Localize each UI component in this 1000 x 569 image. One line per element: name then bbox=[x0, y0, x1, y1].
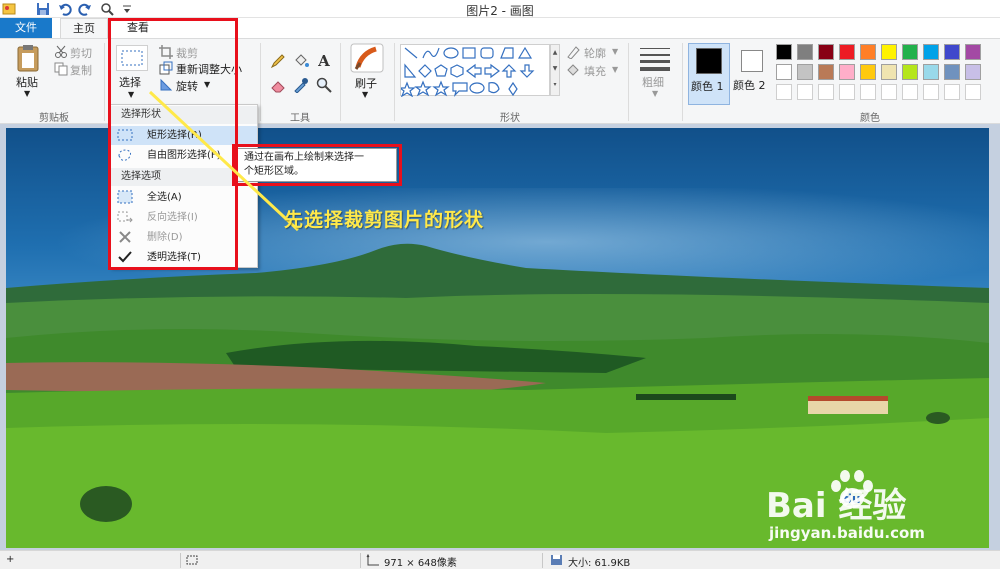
file-size-icon bbox=[550, 554, 564, 569]
palette-swatch[interactable] bbox=[860, 64, 876, 80]
size-button[interactable]: 粗细 bbox=[642, 74, 664, 90]
palette-swatch[interactable] bbox=[797, 64, 813, 80]
custom-color-slot[interactable] bbox=[881, 84, 897, 100]
pencil-icon[interactable] bbox=[270, 53, 286, 69]
palette-swatch[interactable] bbox=[902, 64, 918, 80]
separator bbox=[394, 43, 395, 121]
paste-icon[interactable] bbox=[14, 44, 42, 72]
copy-button[interactable]: 复制 bbox=[70, 62, 92, 78]
title-bar: 图片2 - 画图 bbox=[0, 0, 1000, 18]
palette-swatch[interactable] bbox=[965, 64, 981, 80]
shapes-gallery[interactable] bbox=[398, 44, 550, 98]
brushes-dropdown-icon[interactable]: ▼ bbox=[362, 90, 368, 99]
color-picker-icon[interactable] bbox=[293, 77, 309, 93]
separator bbox=[180, 553, 181, 568]
palette-swatch[interactable] bbox=[818, 64, 834, 80]
palette-swatch[interactable] bbox=[923, 44, 939, 60]
custom-color-slot[interactable] bbox=[818, 84, 834, 100]
separator bbox=[260, 43, 261, 121]
color1-swatch bbox=[696, 48, 722, 74]
eraser-icon[interactable] bbox=[270, 77, 286, 93]
palette-swatch[interactable] bbox=[797, 44, 813, 60]
text-tool-icon[interactable]: A bbox=[316, 52, 332, 70]
copy-icon bbox=[54, 62, 68, 76]
separator bbox=[104, 43, 105, 121]
scissors-icon bbox=[54, 45, 68, 59]
tab-file[interactable]: 文件 bbox=[0, 18, 52, 38]
selection-size-icon bbox=[186, 554, 200, 569]
separator bbox=[682, 43, 683, 121]
palette-swatch[interactable] bbox=[818, 44, 834, 60]
palette-swatch[interactable] bbox=[881, 64, 897, 80]
separator bbox=[628, 43, 629, 121]
outline-icon bbox=[566, 45, 580, 59]
custom-color-slot[interactable] bbox=[902, 84, 918, 100]
file-size: 大小: 61.9KB bbox=[568, 558, 631, 569]
cut-button[interactable]: 剪切 bbox=[70, 45, 92, 61]
custom-color-slot[interactable] bbox=[860, 84, 876, 100]
fill-button[interactable]: 填充 bbox=[584, 63, 606, 79]
color2-selector[interactable]: 颜色 2 bbox=[732, 43, 772, 105]
shapes-group-label: 形状 bbox=[500, 113, 520, 124]
shapes-scroll[interactable]: ▲ ▼ ▾ bbox=[550, 44, 560, 96]
fill-dropdown-icon[interactable]: ▼ bbox=[612, 65, 618, 74]
watermark-url: jingyan.baidu.com bbox=[769, 524, 925, 542]
color2-swatch bbox=[741, 50, 763, 72]
paste-button[interactable]: 粘贴 bbox=[16, 74, 38, 90]
annotation-frame-select bbox=[108, 18, 238, 270]
custom-color-slot[interactable] bbox=[923, 84, 939, 100]
colors-group-label: 颜色 bbox=[860, 113, 880, 124]
palette-swatch[interactable] bbox=[923, 64, 939, 80]
fill-bucket-icon[interactable] bbox=[293, 53, 309, 69]
custom-color-slot[interactable] bbox=[797, 84, 813, 100]
custom-color-slot[interactable] bbox=[839, 84, 855, 100]
palette-swatch[interactable] bbox=[860, 44, 876, 60]
outline-dropdown-icon[interactable]: ▼ bbox=[612, 47, 618, 56]
color2-label: 颜色 2 bbox=[733, 79, 766, 92]
paste-dropdown-icon[interactable]: ▼ bbox=[24, 89, 30, 98]
separator bbox=[360, 553, 361, 568]
palette-swatch[interactable] bbox=[839, 44, 855, 60]
palette-swatch[interactable] bbox=[881, 44, 897, 60]
baidu-watermark: du Bai 经验 jingyan.baidu.com bbox=[766, 464, 996, 548]
palette-swatch[interactable] bbox=[944, 64, 960, 80]
magnifier-icon[interactable] bbox=[316, 77, 332, 93]
annotation-text: 先选择裁剪图片的形状 bbox=[284, 209, 485, 231]
tab-home[interactable]: 主页 bbox=[60, 18, 108, 38]
fill-icon bbox=[566, 63, 580, 77]
outline-button[interactable]: 轮廓 bbox=[584, 45, 606, 61]
tools-group-label: 工具 bbox=[290, 113, 310, 124]
palette-swatch[interactable] bbox=[965, 44, 981, 60]
palette-swatch[interactable] bbox=[776, 64, 792, 80]
image-size-icon bbox=[366, 553, 380, 569]
status-bar: + 971 × 648像素 大小: 61.9KB bbox=[0, 550, 1000, 569]
palette-swatch[interactable] bbox=[776, 44, 792, 60]
brush-icon[interactable] bbox=[350, 43, 384, 73]
custom-color-slot[interactable] bbox=[965, 84, 981, 100]
separator bbox=[542, 553, 543, 568]
palette-swatch[interactable] bbox=[839, 64, 855, 80]
custom-color-slot[interactable] bbox=[776, 84, 792, 100]
cursor-position-icon: + bbox=[6, 554, 15, 565]
palette-swatch[interactable] bbox=[944, 44, 960, 60]
clipboard-group-label: 剪贴板 bbox=[39, 113, 69, 124]
color1-selector[interactable]: 颜色 1 bbox=[688, 43, 730, 105]
custom-color-slot[interactable] bbox=[944, 84, 960, 100]
window-title: 图片2 - 画图 bbox=[466, 4, 534, 18]
watermark-brand: Bai 经验 bbox=[766, 486, 907, 526]
annotation-frame-tooltip bbox=[232, 144, 402, 186]
size-dropdown-icon[interactable]: ▼ bbox=[652, 89, 658, 98]
line-width-icon[interactable] bbox=[638, 45, 672, 73]
image-dimensions: 971 × 648像素 bbox=[384, 558, 457, 569]
palette-swatch[interactable] bbox=[902, 44, 918, 60]
color1-label: 颜色 1 bbox=[691, 80, 724, 93]
brushes-button[interactable]: 刷子 bbox=[355, 75, 377, 91]
separator bbox=[340, 43, 341, 121]
color-palette bbox=[776, 44, 996, 102]
